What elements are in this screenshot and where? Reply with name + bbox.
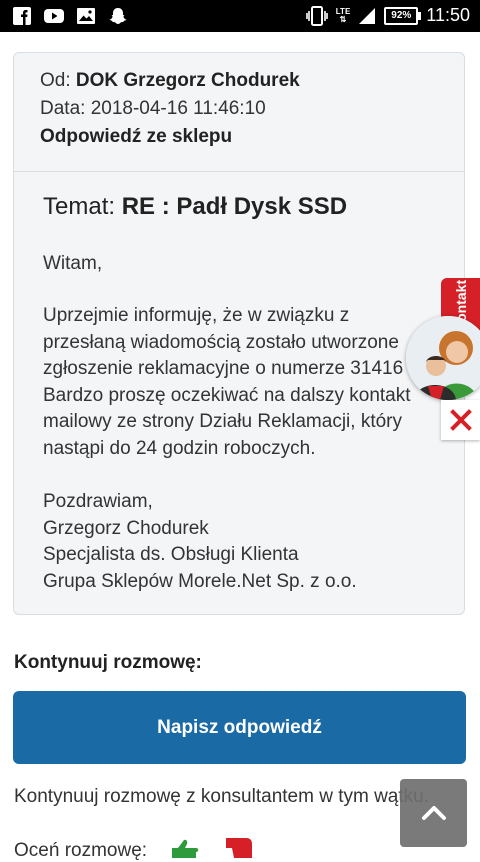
consultant-avatar[interactable] bbox=[406, 316, 480, 400]
signature-line: Pozdrawiam, bbox=[43, 491, 153, 512]
subject-label: Temat: bbox=[43, 193, 116, 220]
scroll-to-top-button[interactable] bbox=[400, 779, 467, 847]
facebook-icon bbox=[13, 7, 31, 25]
snapchat-icon bbox=[109, 8, 127, 24]
body-line: przesłaną wiadomością zostało utworzone bbox=[43, 331, 399, 353]
write-reply-button[interactable]: Napisz odpowiedź bbox=[13, 691, 466, 764]
chevron-up-icon bbox=[421, 806, 446, 820]
consultants-photo-icon bbox=[406, 316, 480, 400]
body-line: nastąpi do 24 godzin roboczych. bbox=[43, 437, 316, 459]
widget-close-button[interactable] bbox=[441, 400, 480, 440]
message-body: Uprzejmie informuję, że w związku z prze… bbox=[43, 303, 411, 462]
date-value: 2018-04-16 11:46:10 bbox=[90, 98, 266, 119]
clock: 11:50 bbox=[426, 5, 470, 25]
gallery-icon bbox=[77, 8, 95, 24]
status-bar: LTE ⇅ 92% 11:50 bbox=[0, 0, 480, 32]
message-card: Od: DOK Grzegorz Chodurek Data: 2018-04-… bbox=[13, 52, 465, 615]
message-date: Data: 2018-04-16 11:46:10 bbox=[40, 98, 266, 120]
youtube-icon bbox=[44, 9, 64, 23]
body-line: Bardzo proszę oczekiwać na dalszy kontak… bbox=[43, 384, 411, 406]
subject-value: RE : Padł Dysk SSD bbox=[121, 193, 348, 220]
from-label: Od: bbox=[40, 70, 71, 91]
battery-icon: 92% bbox=[384, 6, 422, 25]
message-signature: Pozdrawiam, Grzegorz Chodurek Specjalist… bbox=[43, 489, 357, 595]
body-line: zgłoszenie reklamacyjne o numerze 31416 bbox=[43, 358, 404, 379]
message-greeting: Witam, bbox=[43, 253, 103, 274]
close-icon bbox=[449, 409, 472, 431]
signature-line: Grzegorz Chodurek bbox=[43, 517, 209, 539]
continue-heading: Kontynuuj rozmowę: bbox=[14, 652, 202, 673]
date-label: Data: bbox=[40, 98, 86, 119]
reply-type: Odpowiedź ze sklepu bbox=[40, 126, 232, 148]
rating-label: Oceń rozmowę: bbox=[14, 840, 148, 861]
message-header: Od: DOK Grzegorz Chodurek Data: 2018-04-… bbox=[14, 53, 464, 172]
continue-thread-link[interactable]: Kontynuuj rozmowę z konsultantem w tym w… bbox=[14, 786, 429, 808]
signal-icon bbox=[359, 7, 376, 24]
body-line: Uprzejmie informuję, że w związku z bbox=[43, 305, 350, 326]
signature-line: Grupa Sklepów Morele.Net Sp. z o.o. bbox=[43, 570, 357, 592]
network-type: LTE ⇅ bbox=[335, 6, 351, 24]
thumb-down-icon[interactable] bbox=[222, 838, 256, 858]
thumb-up-icon[interactable] bbox=[168, 838, 202, 858]
from-value: DOK Grzegorz Chodurek bbox=[75, 70, 300, 91]
battery-level: 92% bbox=[391, 9, 412, 21]
vibrate-icon bbox=[305, 5, 328, 26]
signature-line: Specjalista ds. Obsługi Klienta bbox=[43, 544, 299, 565]
reply-type-label: Odpowiedź ze sklepu bbox=[40, 126, 233, 147]
message-from: Od: DOK Grzegorz Chodurek bbox=[40, 70, 300, 92]
message-subject: Temat: RE : Padł Dysk SSD bbox=[43, 193, 347, 221]
body-line: mailowy ze strony Działu Reklamacji, któ… bbox=[43, 411, 402, 432]
